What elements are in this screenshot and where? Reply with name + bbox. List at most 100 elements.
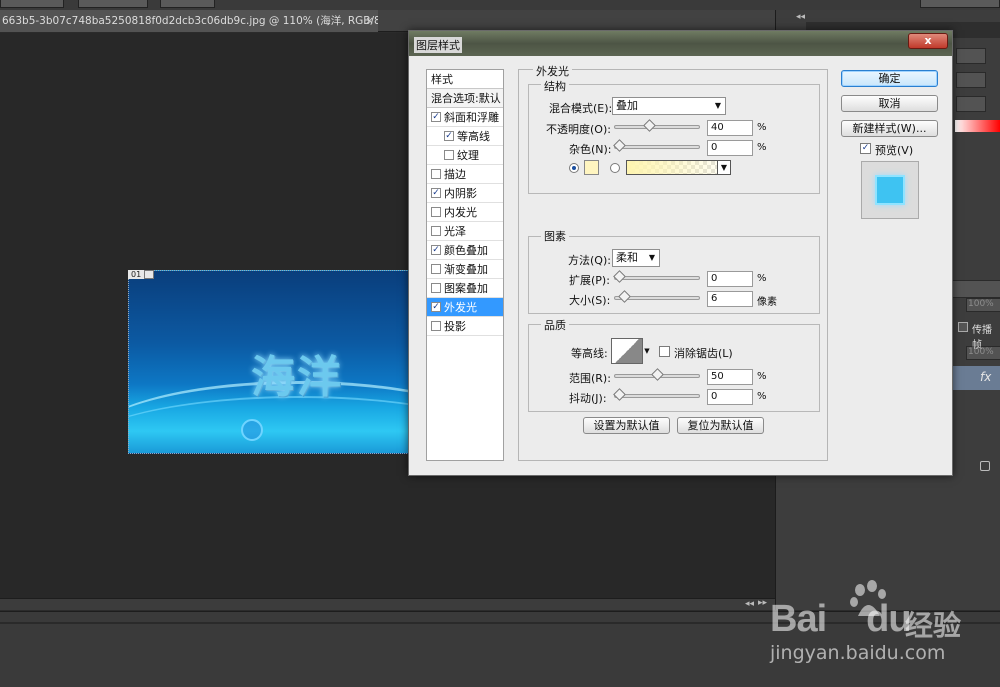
blend-options-item[interactable]: 混合选项:默认	[427, 89, 503, 108]
technique-select[interactable]: 柔和 ▼	[612, 249, 660, 267]
opacity-slider[interactable]	[614, 119, 700, 132]
style-item-checkbox[interactable]: ✓	[444, 131, 454, 141]
style-item-checkbox[interactable]	[431, 264, 441, 274]
style-item[interactable]: ✓ 内阴影	[427, 184, 503, 203]
jitter-input[interactable]: 0	[707, 389, 753, 405]
new-style-button[interactable]: 新建样式(W)...	[841, 120, 938, 137]
style-item-label: 图案叠加	[444, 282, 488, 295]
top-button-3[interactable]	[160, 0, 215, 8]
style-item[interactable]: ✓ 斜面和浮雕	[427, 108, 503, 127]
document-tab-title: 663b5-3b07c748ba5250818f0d2dcb3c06db9c.j…	[2, 15, 378, 27]
style-item-label: 等高线	[457, 130, 490, 143]
ok-button[interactable]: 确定	[841, 70, 938, 87]
style-item-checkbox[interactable]: ✓	[431, 302, 441, 312]
range-slider[interactable]	[614, 368, 700, 381]
glow-gradient-picker[interactable]	[626, 160, 718, 175]
collapse-arrows-icon[interactable]: ◂◂	[796, 12, 805, 22]
style-item-checkbox[interactable]	[431, 226, 441, 236]
style-item[interactable]: 光泽	[427, 222, 503, 241]
style-item-label: 光泽	[444, 225, 466, 238]
panel-field[interactable]	[956, 96, 986, 112]
canvas-scrollbar[interactable]: ◂◂	[0, 598, 775, 610]
gradient-radio[interactable]	[610, 163, 620, 173]
blend-mode-value: 叠加	[616, 99, 638, 112]
panel-field[interactable]	[956, 48, 986, 64]
collapse-arrows-icon[interactable]: ▸▸	[758, 598, 767, 608]
style-item[interactable]: ✓ 外发光	[427, 298, 503, 317]
opacity-input[interactable]: 40	[707, 120, 753, 136]
lock-icon[interactable]	[980, 461, 990, 471]
style-item[interactable]: 描边	[427, 165, 503, 184]
chevron-down-icon[interactable]: ▼	[643, 338, 651, 364]
dialog-close-button[interactable]: x	[908, 33, 948, 49]
style-item-checkbox[interactable]	[431, 169, 441, 179]
dialog-titlebar[interactable]: 图层样式 x	[409, 31, 952, 56]
antialias-checkbox[interactable]	[659, 346, 670, 357]
style-item-checkbox[interactable]	[444, 150, 454, 160]
style-item-label: 描边	[444, 168, 466, 181]
image-text: 海洋	[251, 352, 343, 403]
style-item[interactable]: 纹理	[427, 146, 503, 165]
contour-label: 等高线:	[571, 347, 608, 360]
contour-picker[interactable]	[611, 338, 643, 364]
size-input[interactable]: 6	[707, 291, 753, 307]
style-item-checkbox[interactable]	[431, 321, 441, 331]
reset-default-button[interactable]: 复位为默认值	[677, 417, 764, 434]
menu-strip	[0, 0, 1000, 10]
solid-color-radio[interactable]	[569, 163, 579, 173]
style-item[interactable]: 内发光	[427, 203, 503, 222]
noise-input[interactable]: 0	[707, 140, 753, 156]
collapse-arrows-icon[interactable]: ◂◂	[745, 599, 754, 609]
style-item-checkbox[interactable]: ✓	[431, 245, 441, 255]
spread-slider[interactable]	[613, 270, 700, 283]
style-item[interactable]: 图案叠加	[427, 279, 503, 298]
jitter-slider[interactable]	[613, 388, 700, 401]
top-button-1[interactable]	[0, 0, 64, 8]
preview-checkbox[interactable]: ✓	[860, 143, 871, 154]
glow-color-swatch[interactable]	[584, 160, 599, 175]
baidu-watermark: Bai du 经验 jingyan.baidu.com	[770, 580, 1000, 670]
jitter-unit: %	[757, 391, 767, 402]
chevron-down-icon[interactable]: ▼	[717, 160, 731, 175]
elements-title: 图素	[541, 228, 569, 244]
propagate-checkbox[interactable]	[958, 322, 968, 332]
spread-unit: %	[757, 273, 767, 284]
technique-value: 柔和	[616, 251, 638, 264]
style-item[interactable]: 投影	[427, 317, 503, 336]
styles-header[interactable]: 样式	[427, 70, 503, 89]
noise-slider[interactable]	[613, 139, 700, 152]
tab-close-icon[interactable]: ×	[365, 10, 374, 32]
technique-label: 方法(Q):	[568, 254, 611, 267]
watermark-cn: 经验	[905, 609, 962, 642]
color-ramp[interactable]	[955, 120, 1000, 132]
style-item[interactable]: ✓ 等高线	[427, 127, 503, 146]
style-item-checkbox[interactable]	[431, 283, 441, 293]
size-unit: 像素	[757, 297, 777, 308]
fx-icon[interactable]: fx	[980, 370, 991, 384]
style-item-label: 投影	[444, 320, 466, 333]
jitter-label: 抖动(J):	[569, 392, 607, 405]
top-button-2[interactable]	[78, 0, 148, 8]
panel-field[interactable]	[956, 72, 986, 88]
style-item-label: 内阴影	[444, 187, 477, 200]
range-input[interactable]: 50	[707, 369, 753, 385]
workspace-switcher[interactable]	[920, 0, 1000, 8]
style-item-checkbox[interactable]: ✓	[431, 188, 441, 198]
style-item[interactable]: ✓ 颜色叠加	[427, 241, 503, 260]
chevron-down-icon: ▼	[648, 253, 655, 262]
cancel-button[interactable]: 取消	[841, 95, 938, 112]
document-image[interactable]: 海洋	[128, 270, 413, 454]
selected-layer-row[interactable]	[950, 366, 1000, 390]
style-item-checkbox[interactable]: ✓	[431, 112, 441, 122]
style-item-label: 纹理	[457, 149, 479, 162]
spread-input[interactable]: 0	[707, 271, 753, 287]
document-tab[interactable]: 663b5-3b07c748ba5250818f0d2dcb3c06db9c.j…	[0, 10, 378, 32]
noise-label: 杂色(N):	[569, 143, 612, 156]
style-item[interactable]: 渐变叠加	[427, 260, 503, 279]
make-default-button[interactable]: 设置为默认值	[583, 417, 670, 434]
blend-mode-select[interactable]: 叠加 ▼	[612, 97, 726, 115]
style-item-checkbox[interactable]	[431, 207, 441, 217]
size-slider[interactable]	[614, 290, 700, 303]
opacity-unit: %	[757, 122, 767, 133]
style-list: 样式 混合选项:默认 ✓ 斜面和浮雕 ✓ 等高线 纹理 描边 ✓ 内阴影 内发光 光泽 ✓ 颜色叠加渐…	[426, 69, 504, 461]
